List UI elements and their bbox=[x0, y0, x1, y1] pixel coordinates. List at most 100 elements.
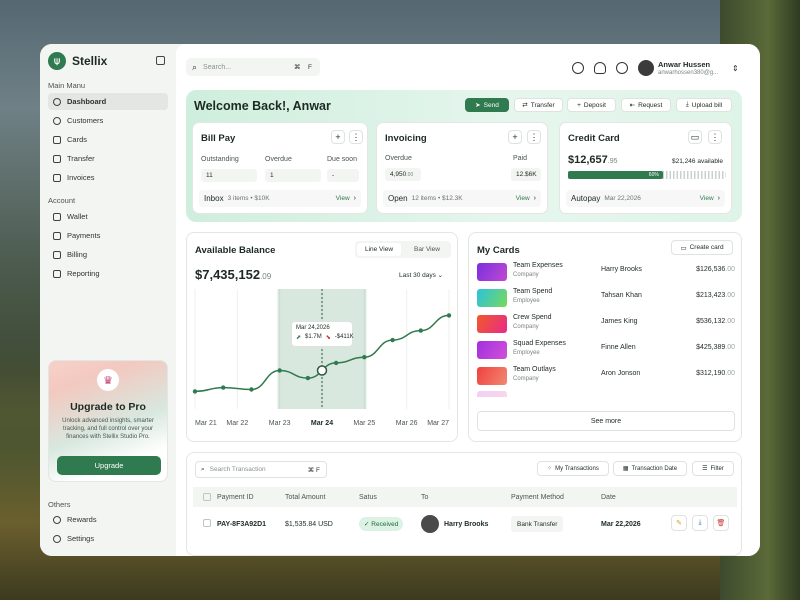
shortcut-key: F bbox=[308, 63, 312, 71]
bill-pay-card: Bill Pay + ⋮ Outstanding Overdue Due soo… bbox=[192, 122, 368, 214]
button-label: Create card bbox=[689, 244, 724, 251]
period-select[interactable]: Last 30 days ⌄ bbox=[399, 271, 443, 279]
card-role: Company bbox=[513, 272, 539, 278]
filter-button[interactable]: ☰ Filter bbox=[692, 461, 734, 476]
data-point[interactable] bbox=[418, 328, 423, 333]
filter-icon: ☰ bbox=[702, 466, 708, 472]
invoicing-title: Invoicing bbox=[385, 133, 427, 144]
view-link[interactable]: View bbox=[336, 195, 350, 202]
chat-icon[interactable] bbox=[572, 62, 584, 74]
sidebar-item-rewards[interactable]: Rewards bbox=[48, 511, 168, 528]
amount-main: 4,950 bbox=[390, 171, 407, 178]
edit-icon[interactable]: ✎ bbox=[671, 515, 687, 531]
data-point[interactable] bbox=[192, 389, 198, 394]
amount-main: $7,435,152 bbox=[195, 267, 261, 282]
sidebar-item-dashboard[interactable]: Dashboard bbox=[48, 93, 168, 110]
transaction-date-button[interactable]: ▦ Transaction Date bbox=[613, 461, 687, 476]
sidebar-item-cards[interactable]: Cards bbox=[48, 131, 168, 148]
card-role: Company bbox=[513, 324, 539, 330]
payment-method: Bank Transfer bbox=[511, 516, 564, 532]
bell-icon[interactable] bbox=[594, 62, 606, 74]
help-icon[interactable] bbox=[616, 62, 628, 74]
promo-title: Upgrade to Pro bbox=[70, 401, 146, 413]
sidebar-item-payments[interactable]: Payments bbox=[48, 227, 168, 244]
card-list-item[interactable]: Crew Spend Company James King $536,132.00 bbox=[477, 313, 735, 339]
upgrade-promo: ♛ Upgrade to Pro Unlock advanced insight… bbox=[48, 360, 168, 482]
sidebar-item-reporting[interactable]: Reporting bbox=[48, 265, 168, 282]
col-to[interactable]: To bbox=[421, 487, 428, 507]
chevron-right-icon: › bbox=[717, 195, 720, 202]
card-list-item[interactable]: Team Expenses Company Harry Brooks $126,536… bbox=[477, 261, 735, 287]
chevron-updown-icon[interactable]: ⇕ bbox=[732, 64, 739, 73]
view-link[interactable]: View bbox=[516, 195, 530, 202]
dots-icon: ⁘ bbox=[547, 466, 553, 472]
view-link[interactable]: View bbox=[700, 195, 714, 202]
amount-cents: .00 bbox=[725, 266, 735, 273]
transaction-search[interactable]: ⌕ Search Transaction ⌘ F bbox=[195, 461, 327, 478]
card-list-item[interactable]: Squad Expenses Employee Finne Allen $425,38… bbox=[477, 339, 735, 365]
upload-icon: ⤓ bbox=[685, 101, 689, 108]
search-input[interactable]: Search Transaction bbox=[210, 466, 266, 473]
delete-icon[interactable]: 🗑 bbox=[713, 515, 729, 531]
main-menu-title: Main Manu bbox=[48, 81, 86, 90]
collapse-sidebar-icon[interactable] bbox=[156, 56, 165, 65]
payments-icon bbox=[53, 231, 61, 240]
sidebar-item-invoices[interactable]: Invoices bbox=[48, 169, 168, 186]
app-name: Stellix bbox=[72, 54, 108, 68]
create-card-button[interactable]: ▭ Create card bbox=[671, 240, 733, 255]
see-more-button[interactable]: See more bbox=[477, 411, 735, 431]
sidebar-item-billing[interactable]: Billing bbox=[48, 246, 168, 263]
data-point[interactable] bbox=[305, 375, 311, 381]
sidebar-item-transfer[interactable]: Transfer bbox=[48, 150, 168, 167]
select-all-checkbox[interactable] bbox=[203, 487, 211, 507]
add-button[interactable]: + bbox=[331, 130, 345, 144]
deposit-button[interactable]: + Deposit bbox=[567, 98, 616, 112]
data-point[interactable] bbox=[277, 368, 282, 373]
data-point[interactable] bbox=[221, 385, 226, 390]
data-point[interactable] bbox=[333, 360, 339, 366]
send-button[interactable]: ➤ Send bbox=[465, 98, 509, 112]
download-icon[interactable]: ⤓ bbox=[692, 515, 708, 531]
card-icon[interactable]: ▭ bbox=[688, 130, 702, 144]
transfer-button[interactable]: ⇄ Transfer bbox=[514, 98, 563, 112]
search-input[interactable]: Search... bbox=[203, 64, 231, 71]
col-status[interactable]: Satus bbox=[359, 487, 377, 507]
my-cards-card: My Cards ▭ Create card Team Expenses Compa… bbox=[468, 232, 742, 442]
more-icon[interactable]: ⋮ bbox=[349, 130, 363, 144]
card-list-item[interactable]: Team Spend Employee Tahsan Khan $213,423.00 bbox=[477, 287, 735, 313]
add-button[interactable]: + bbox=[508, 130, 522, 144]
data-point[interactable] bbox=[249, 387, 254, 392]
sidebar-item-settings[interactable]: Settings bbox=[48, 530, 168, 547]
data-point[interactable] bbox=[446, 313, 452, 318]
row-checkbox[interactable] bbox=[203, 519, 211, 527]
sidebar-item-label: Reporting bbox=[67, 269, 100, 278]
avatar[interactable] bbox=[638, 60, 654, 76]
data-point[interactable] bbox=[390, 337, 395, 343]
autopay-row[interactable]: Autopay Mar 22,2026 View › bbox=[566, 190, 725, 207]
request-button[interactable]: ⇤ Request bbox=[621, 98, 671, 112]
more-icon[interactable]: ⋮ bbox=[708, 130, 722, 144]
tab-line-view[interactable]: Line View bbox=[357, 243, 401, 256]
inbox-row[interactable]: Inbox 3 items • $10K View › bbox=[199, 190, 361, 207]
my-transactions-button[interactable]: ⁘ My Transactions bbox=[537, 461, 609, 476]
search-bar[interactable]: ⌕ Search... ⌘ F bbox=[186, 58, 320, 76]
more-icon[interactable]: ⋮ bbox=[527, 130, 541, 144]
card-amount: $312,190.00 bbox=[696, 370, 735, 377]
upload-bill-button[interactable]: ⤓ Upload bill bbox=[676, 98, 732, 112]
col-date[interactable]: Date bbox=[601, 487, 616, 507]
upgrade-button[interactable]: Upgrade bbox=[57, 456, 161, 475]
card-list-item[interactable]: Team Outlays Company Aron Jonson $312,190.0… bbox=[477, 365, 735, 391]
tab-bar-view[interactable]: Bar View bbox=[405, 243, 449, 256]
col-payment-id[interactable]: Payment ID bbox=[217, 487, 254, 507]
outstanding-label: Outstanding bbox=[201, 156, 239, 163]
amount-cents: .00 bbox=[725, 370, 735, 377]
button-label: Transaction Date bbox=[631, 465, 678, 472]
rewards-icon bbox=[53, 515, 61, 524]
sidebar-item-wallet[interactable]: Wallet bbox=[48, 208, 168, 225]
col-payment-method[interactable]: Payment Method bbox=[511, 487, 564, 507]
open-row[interactable]: Open 12 items • $12.3K View › bbox=[383, 190, 541, 207]
col-total-amount[interactable]: Total Amount bbox=[285, 487, 325, 507]
data-point[interactable] bbox=[362, 355, 367, 360]
sidebar-item-customers[interactable]: Customers bbox=[48, 112, 168, 129]
selected-point[interactable] bbox=[316, 365, 328, 376]
